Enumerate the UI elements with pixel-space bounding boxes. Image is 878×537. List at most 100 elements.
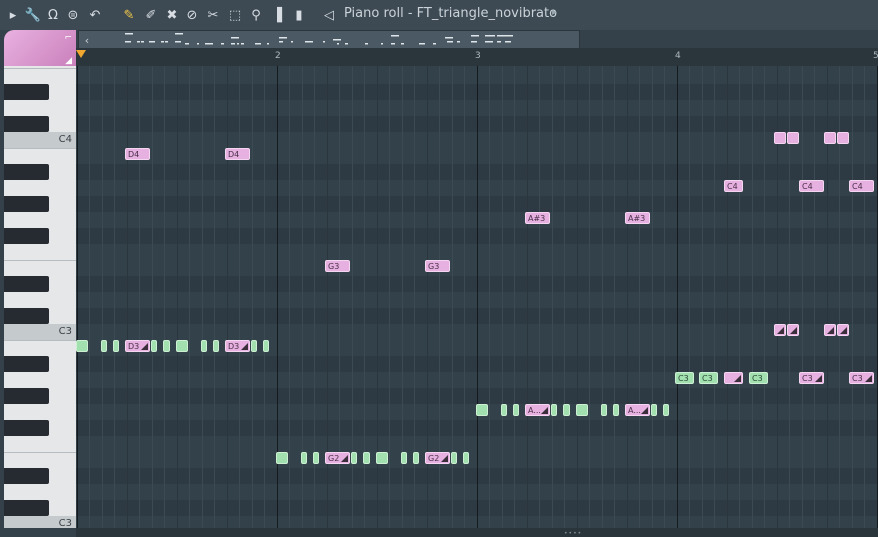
- note[interactable]: D3: [225, 340, 250, 352]
- note[interactable]: [363, 452, 370, 464]
- playback-mode-icon[interactable]: ⊜: [64, 4, 82, 26]
- note[interactable]: [376, 452, 388, 464]
- c-key[interactable]: C3: [4, 516, 76, 528]
- note[interactable]: G2: [425, 452, 450, 464]
- note-grid[interactable]: D4 D4 G3 G3 A#3 A#3 C4 C4 C4 D3 D3 G2 G2 A... A... C3 C3…: [76, 66, 878, 528]
- note[interactable]: C3: [749, 372, 768, 384]
- black-key[interactable]: [4, 84, 49, 100]
- note[interactable]: [76, 340, 88, 352]
- stop-icon[interactable]: ▮: [290, 4, 308, 26]
- select-icon[interactable]: ⬚: [226, 4, 244, 26]
- black-key[interactable]: [4, 388, 49, 404]
- note[interactable]: D3: [125, 340, 150, 352]
- horizontal-scrollbar[interactable]: ••••: [76, 528, 878, 537]
- black-key[interactable]: [4, 420, 49, 436]
- menu-arrow-icon[interactable]: ▸: [4, 4, 22, 26]
- note[interactable]: [824, 324, 836, 336]
- pattern-overview[interactable]: ‹: [78, 30, 580, 50]
- note[interactable]: [401, 452, 407, 464]
- note[interactable]: [601, 404, 607, 416]
- title-dropdown-icon[interactable]: ▸: [552, 7, 557, 18]
- window-title[interactable]: Piano roll - FT_triangle_novibrato: [344, 6, 557, 21]
- note[interactable]: [113, 340, 119, 352]
- paint-brush-icon[interactable]: ✐: [142, 4, 160, 26]
- note[interactable]: [313, 452, 319, 464]
- note[interactable]: A...: [625, 404, 650, 416]
- black-key[interactable]: [4, 164, 49, 180]
- zoom-icon[interactable]: ⚲: [247, 4, 265, 26]
- black-key[interactable]: [4, 308, 49, 324]
- note[interactable]: [176, 340, 188, 352]
- note[interactable]: [824, 132, 836, 144]
- note[interactable]: [774, 324, 786, 336]
- note[interactable]: C4: [849, 180, 874, 192]
- black-key[interactable]: [4, 276, 49, 292]
- note[interactable]: C3: [799, 372, 824, 384]
- note[interactable]: C3: [699, 372, 718, 384]
- black-key[interactable]: [4, 356, 49, 372]
- note[interactable]: [201, 340, 207, 352]
- black-key[interactable]: [4, 500, 49, 516]
- note[interactable]: [263, 340, 269, 352]
- note[interactable]: [451, 452, 457, 464]
- note[interactable]: [276, 452, 288, 464]
- piano-keyboard[interactable]: C4 C3 C3: [4, 66, 76, 528]
- note[interactable]: [151, 340, 157, 352]
- playhead-marker-icon[interactable]: [76, 50, 86, 58]
- black-key[interactable]: [4, 468, 49, 484]
- note[interactable]: G2: [325, 452, 350, 464]
- note[interactable]: [501, 404, 507, 416]
- note[interactable]: [251, 340, 257, 352]
- note[interactable]: [213, 340, 219, 352]
- note[interactable]: C4: [799, 180, 824, 192]
- black-key[interactable]: [4, 228, 49, 244]
- note[interactable]: [101, 340, 107, 352]
- note[interactable]: [663, 404, 669, 416]
- note[interactable]: [163, 340, 170, 352]
- bar-number: 3: [475, 51, 481, 61]
- note[interactable]: [476, 404, 488, 416]
- note[interactable]: [413, 452, 419, 464]
- note[interactable]: [563, 404, 570, 416]
- note[interactable]: [351, 452, 357, 464]
- black-key[interactable]: [4, 116, 49, 132]
- undo-icon[interactable]: ↶: [86, 4, 104, 26]
- mute-icon[interactable]: ⊘: [183, 4, 201, 26]
- speaker-icon[interactable]: ◁: [320, 4, 338, 26]
- note[interactable]: [724, 372, 743, 384]
- note[interactable]: C3: [849, 372, 874, 384]
- note[interactable]: D4: [225, 148, 250, 160]
- pencil-icon[interactable]: ✎: [120, 4, 138, 26]
- black-key[interactable]: [4, 196, 49, 212]
- note[interactable]: D4: [125, 148, 150, 160]
- note[interactable]: [513, 404, 519, 416]
- scroll-grip-icon[interactable]: ••••: [564, 530, 582, 537]
- slice-icon[interactable]: ✂: [204, 4, 222, 26]
- note[interactable]: C3: [675, 372, 694, 384]
- note[interactable]: A...: [525, 404, 550, 416]
- channel-color-corner[interactable]: ⌐ ◢: [4, 30, 76, 68]
- note[interactable]: G3: [325, 260, 350, 272]
- note[interactable]: [463, 452, 469, 464]
- magnet-icon[interactable]: Ω: [44, 4, 62, 26]
- c-key[interactable]: C3: [4, 324, 76, 340]
- note[interactable]: C4: [724, 180, 743, 192]
- delete-icon[interactable]: ✖: [163, 4, 181, 26]
- playback-icon[interactable]: ▐: [268, 4, 286, 26]
- note[interactable]: [837, 132, 849, 144]
- wrench-icon[interactable]: 🔧: [24, 4, 42, 26]
- note[interactable]: A#3: [525, 212, 550, 224]
- c-key[interactable]: C4: [4, 132, 76, 148]
- note[interactable]: [837, 324, 849, 336]
- note[interactable]: [576, 404, 588, 416]
- note[interactable]: [551, 404, 557, 416]
- note[interactable]: [651, 404, 657, 416]
- note[interactable]: G3: [425, 260, 450, 272]
- note[interactable]: [301, 452, 307, 464]
- note[interactable]: [613, 404, 619, 416]
- timeline-ruler[interactable]: 2 3 4 5: [76, 48, 878, 67]
- note[interactable]: [787, 132, 799, 144]
- note[interactable]: [774, 132, 786, 144]
- note[interactable]: [787, 324, 799, 336]
- note[interactable]: A#3: [625, 212, 650, 224]
